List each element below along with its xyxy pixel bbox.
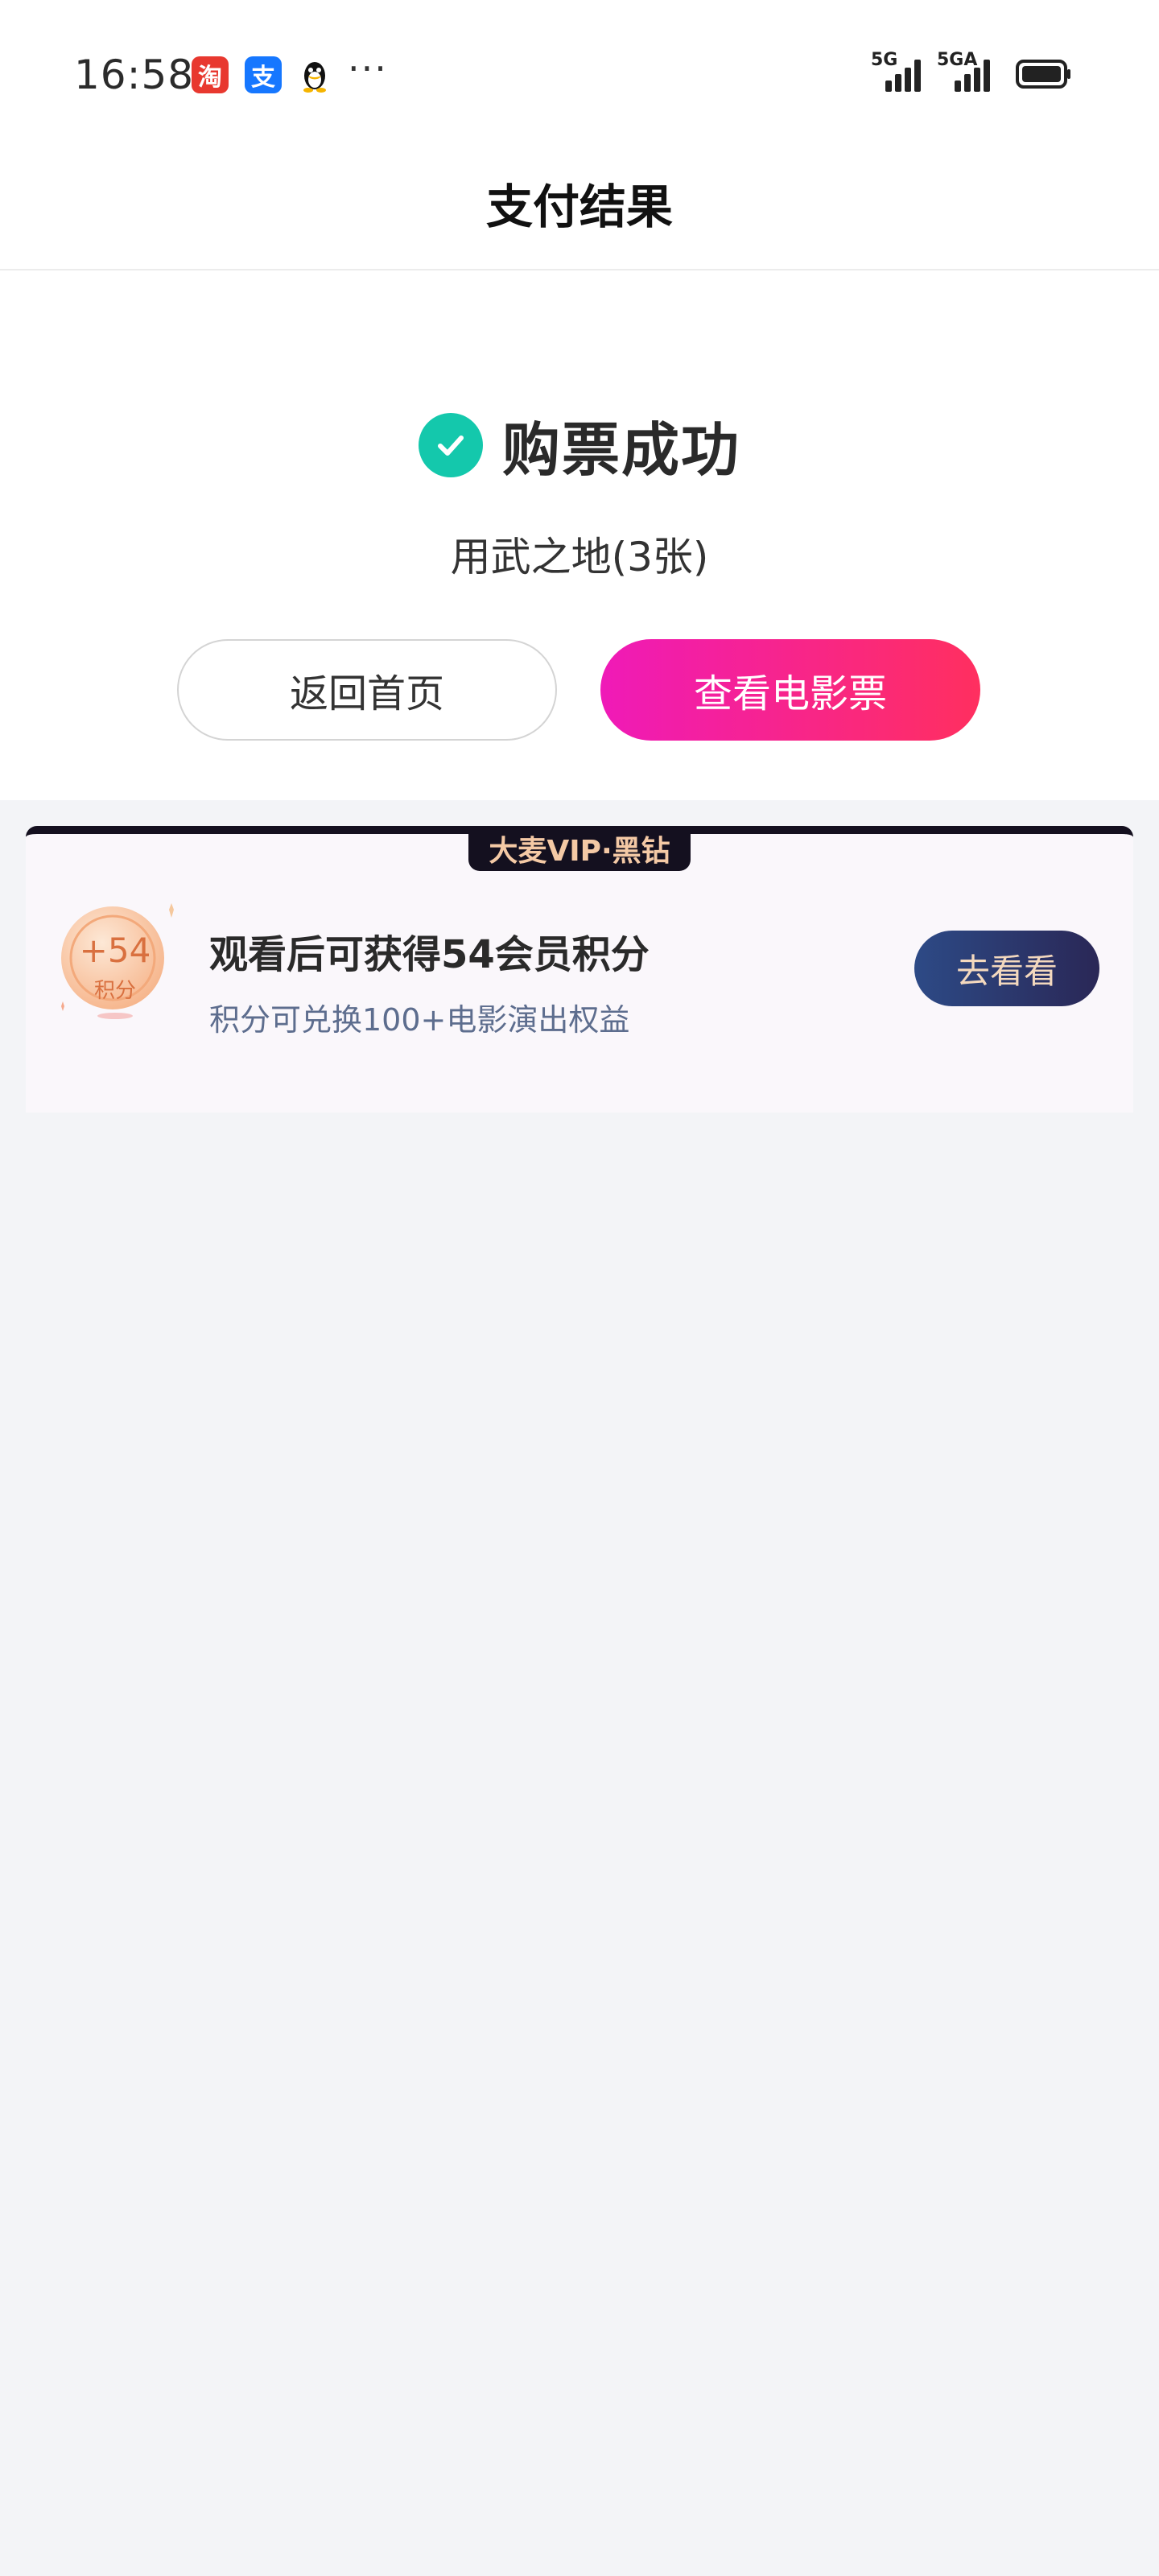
success-check-icon	[418, 412, 483, 477]
back-home-button[interactable]: 返回首页	[177, 639, 557, 741]
battery-icon	[1016, 60, 1070, 89]
vip-badge: 大麦VIP·黑钻	[468, 826, 691, 871]
coin-points-value: +54	[79, 931, 151, 970]
vip-card-title: 观看后可获得54会员积分	[209, 932, 650, 977]
status-time: 16:58	[74, 52, 195, 98]
movie-info: 用武之地(3张)	[450, 534, 709, 580]
signal-icon-2	[955, 60, 990, 92]
success-text: 购票成功	[501, 416, 740, 484]
qq-icon	[296, 56, 333, 93]
signal-icon	[885, 60, 921, 92]
header-divider	[0, 269, 1159, 270]
alipay-icon: 支	[245, 56, 282, 93]
vip-card-subtitle: 积分可兑换100+电影演出权益	[209, 1002, 630, 1038]
view-ticket-button[interactable]: 查看电影票	[600, 639, 980, 741]
success-status: 购票成功	[0, 402, 1159, 487]
page-title: 支付结果	[485, 180, 673, 234]
status-bar: 16:58 淘 支 ··· 5G 5GA	[0, 0, 1159, 150]
taobao-icon: 淘	[192, 56, 229, 93]
coin-points-label: 积分	[93, 979, 136, 1003]
go-watch-button[interactable]: 去看看	[914, 931, 1099, 1006]
more-notifications-icon: ···	[348, 47, 388, 90]
